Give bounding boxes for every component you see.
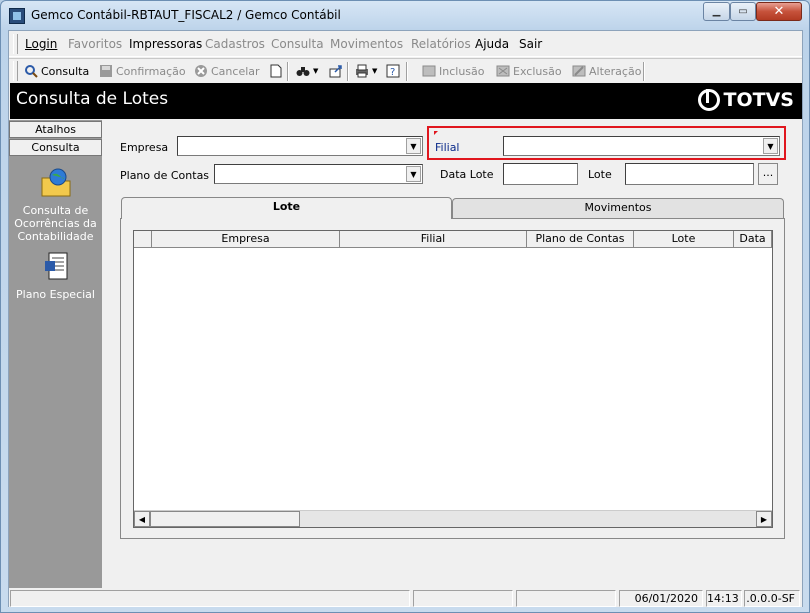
consulta-icon — [24, 64, 38, 78]
toolbar-grip[interactable] — [13, 61, 18, 81]
lote-label: Lote — [588, 168, 612, 181]
toolbar: Consulta Confirmação Cancelar ▼ ▼ ? Incl… — [9, 58, 802, 83]
empresa-select[interactable]: ▼ — [177, 136, 423, 156]
lotes-grid[interactable]: Empresa Filial Plano de Contas Lote Data… — [133, 230, 773, 528]
minimize-icon: ▁ — [712, 6, 721, 17]
status-panel — [10, 590, 410, 607]
page-title: Consulta de Lotes — [16, 89, 169, 109]
toolbar-separator — [347, 62, 349, 81]
tab-lote[interactable]: Lote — [121, 197, 452, 219]
scroll-left-icon[interactable]: ◀ — [134, 511, 150, 527]
toolbar-separator — [643, 62, 645, 81]
menu-favoritos[interactable]: Favoritos — [68, 37, 122, 51]
tab-movimentos[interactable]: Movimentos — [452, 198, 784, 218]
close-button[interactable]: ✕ — [756, 2, 802, 21]
menu-consulta[interactable]: Consulta — [271, 37, 324, 51]
close-icon: ✕ — [773, 4, 785, 19]
chevron-down-icon: ▼ — [313, 67, 319, 75]
status-date: 06/01/2020 — [619, 590, 703, 607]
data-lote-field[interactable] — [503, 163, 578, 185]
chevron-down-icon[interactable]: ▼ — [406, 166, 421, 182]
title-bar[interactable]: Gemco Contábil-RBTAUT_FISCAL2 / Gemco Co… — [1, 1, 809, 29]
folder-globe-icon — [40, 168, 72, 198]
svg-text:?: ? — [390, 67, 395, 78]
sidebar-tab-consulta[interactable]: Consulta — [9, 139, 102, 156]
sidebar-item-plano-especial[interactable]: Plano Especial — [9, 252, 102, 301]
empresa-label: Empresa — [120, 141, 169, 154]
menu-grip[interactable] — [13, 34, 18, 54]
filial-select[interactable]: ▼ — [503, 136, 780, 156]
plano-de-contas-label: Plano de Contas — [120, 169, 210, 182]
app-icon[interactable] — [9, 8, 25, 24]
menu-sair[interactable]: Sair — [519, 37, 542, 51]
totvs-logo: TOTVS — [697, 89, 794, 111]
consulta-button[interactable]: Consulta — [24, 64, 89, 78]
save-icon — [99, 64, 113, 78]
cancel-icon — [194, 64, 208, 78]
sidebar: Atalhos Consulta Consulta de Ocorrências… — [9, 120, 102, 588]
print-button[interactable]: ▼ — [355, 64, 377, 78]
lote-lookup-button[interactable]: ... — [758, 163, 778, 185]
chevron-down-icon: ▼ — [372, 67, 378, 75]
printer-icon — [355, 64, 369, 78]
toolbar-separator — [287, 62, 289, 81]
find-button[interactable]: ▼ — [296, 64, 318, 78]
menu-relatorios[interactable]: Relatórios — [411, 37, 471, 51]
add-record-icon — [422, 64, 436, 78]
grid-column-data[interactable]: Data — [734, 231, 772, 248]
menu-login[interactable]: Login — [25, 37, 57, 51]
page-header: Consulta de Lotes TOTVS — [10, 83, 802, 119]
status-version: .0.0.0-SF — [744, 590, 800, 607]
document-icon — [40, 252, 72, 282]
grid-row-indicator-header — [134, 231, 152, 248]
window-title: Gemco Contábil-RBTAUT_FISCAL2 / Gemco Co… — [31, 8, 341, 22]
export-button[interactable] — [329, 64, 343, 78]
export-icon — [329, 64, 343, 78]
exclusao-button[interactable]: Exclusão — [496, 64, 562, 78]
help-button[interactable]: ? — [386, 64, 400, 78]
menu-bar: Login Favoritos Impressoras Cadastros Co… — [9, 31, 802, 57]
scroll-thumb[interactable] — [150, 511, 300, 527]
inclusao-button[interactable]: Inclusão — [422, 64, 485, 78]
lote-field[interactable] — [625, 163, 754, 185]
cancelar-button[interactable]: Cancelar — [194, 64, 260, 78]
menu-impressoras[interactable]: Impressoras — [129, 37, 202, 51]
chevron-down-icon[interactable]: ▼ — [406, 138, 421, 154]
status-panel — [413, 590, 513, 607]
binoculars-icon — [296, 64, 310, 78]
delete-record-icon — [496, 64, 510, 78]
alteracao-button[interactable]: Alteração — [572, 64, 641, 78]
status-bar: 06/01/2020 14:13 .0.0.0-SF — [9, 588, 802, 607]
new-document-button[interactable] — [269, 64, 283, 78]
maximize-button[interactable]: ▭ — [730, 2, 756, 21]
filial-label: Filial — [435, 141, 460, 154]
sidebar-item-consulta-ocorrencias[interactable]: Consulta de Ocorrências da Contabilidade — [9, 168, 102, 243]
required-marker-icon — [434, 131, 438, 135]
status-panel — [516, 590, 616, 607]
maximize-icon: ▭ — [738, 6, 748, 17]
minimize-button[interactable]: ▁ — [703, 2, 730, 21]
confirmacao-button[interactable]: Confirmação — [99, 64, 186, 78]
chevron-down-icon[interactable]: ▼ — [763, 138, 778, 154]
horizontal-scrollbar[interactable]: ◀ ▶ — [134, 510, 772, 527]
plano-de-contas-select[interactable]: ▼ — [214, 164, 423, 184]
menu-ajuda[interactable]: Ajuda — [475, 37, 509, 51]
menu-cadastros[interactable]: Cadastros — [205, 37, 265, 51]
grid-column-filial[interactable]: Filial — [340, 231, 527, 248]
new-document-icon — [269, 64, 283, 78]
totvs-logo-icon — [697, 89, 720, 111]
grid-column-plano-de-contas[interactable]: Plano de Contas — [527, 231, 634, 248]
status-time: 14:13 — [706, 590, 742, 607]
sidebar-tab-atalhos[interactable]: Atalhos — [9, 121, 102, 138]
edit-record-icon — [572, 64, 586, 78]
grid-column-empresa[interactable]: Empresa — [152, 231, 340, 248]
grid-column-lote[interactable]: Lote — [634, 231, 734, 248]
help-icon: ? — [386, 64, 400, 78]
menu-movimentos[interactable]: Movimentos — [330, 37, 403, 51]
toolbar-separator — [406, 62, 408, 81]
data-lote-label: Data Lote — [440, 168, 494, 181]
scroll-right-icon[interactable]: ▶ — [756, 511, 772, 527]
